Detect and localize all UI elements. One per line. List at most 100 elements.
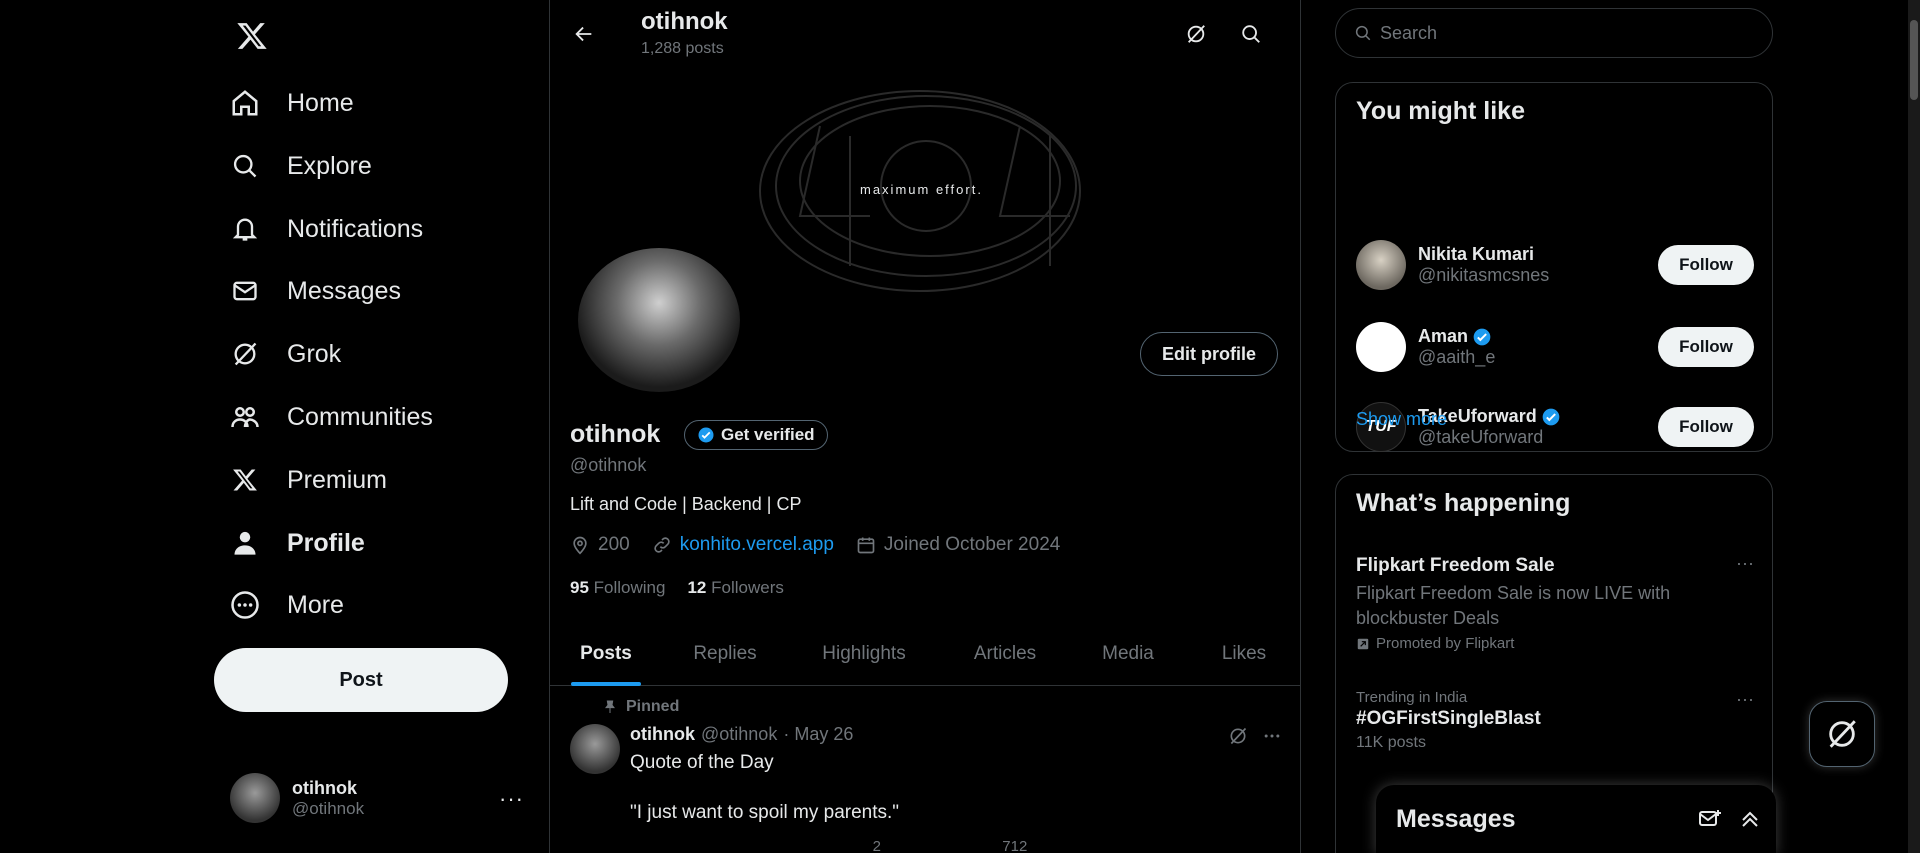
follow-button[interactable]: Follow: [1658, 407, 1754, 447]
promoted-icon: [1356, 637, 1370, 651]
post-author-name[interactable]: otihnok: [630, 724, 695, 745]
trend-item[interactable]: Flipkart Freedom Sale Flipkart Freedom S…: [1336, 553, 1774, 652]
calendar-icon: [856, 535, 876, 555]
account-switcher[interactable]: otihnok @otihnok ···: [212, 760, 542, 836]
grok-icon: [1825, 717, 1859, 751]
avatar: [1356, 322, 1406, 372]
verified-badge-icon: [1472, 327, 1492, 347]
nav-label: Home: [287, 88, 354, 117]
account-handle: @otihnok: [292, 798, 365, 818]
post-tools: [1228, 726, 1282, 746]
chevron-up-icon[interactable]: [1738, 807, 1762, 831]
profile-tabs: Posts Replies Highlights Articles Media …: [550, 622, 1300, 686]
account-name: otihnok: [292, 777, 357, 798]
follow-stats: 95 Following 12 Followers: [570, 578, 784, 598]
follow-button[interactable]: Follow: [1658, 245, 1754, 285]
follow-button[interactable]: Follow: [1658, 327, 1754, 367]
messages-drawer-title: Messages: [1396, 805, 1516, 833]
trend-description: Flipkart Freedom Sale is now LIVE with b…: [1356, 583, 1671, 628]
nav-profile[interactable]: Profile: [212, 512, 542, 574]
following-count: 95: [570, 578, 589, 597]
scrollbar[interactable]: [1908, 0, 1920, 853]
pin-icon: [602, 699, 618, 715]
profile-link[interactable]: konhito.vercel.app: [680, 534, 834, 556]
profile-meta: 200 konhito.vercel.app Joined October 20…: [570, 534, 1074, 556]
post-date[interactable]: · May 26: [783, 724, 853, 745]
nav-notifications[interactable]: Notifications: [212, 198, 542, 260]
views-action[interactable]: 712: [1002, 838, 1027, 853]
profile-handle: @otihnok: [570, 455, 647, 475]
following-link[interactable]: 95 Following: [570, 578, 665, 598]
tab-posts[interactable]: Posts: [550, 622, 662, 686]
tab-articles[interactable]: Articles: [940, 622, 1070, 686]
profile-bio: Lift and Code | Backend | CP: [570, 494, 802, 514]
tab-replies[interactable]: Replies: [662, 622, 788, 686]
nav-explore[interactable]: Explore: [212, 135, 542, 197]
more-icon[interactable]: ···: [1736, 553, 1754, 574]
nav-home[interactable]: Home: [212, 72, 542, 134]
more-icon[interactable]: ···: [1736, 689, 1754, 710]
followers-link[interactable]: 12 Followers: [687, 578, 783, 598]
tab-highlights[interactable]: Highlights: [788, 622, 940, 686]
page-title: otihnok: [641, 8, 728, 35]
nav-grok[interactable]: Grok: [212, 323, 542, 385]
more-circle-icon: [230, 590, 260, 620]
post-header: otihnok @otihnok · May 26: [630, 724, 853, 745]
nav-premium[interactable]: Premium: [212, 449, 542, 511]
grok-floating-button[interactable]: [1809, 701, 1875, 767]
trend-title: Flipkart Freedom Sale: [1356, 555, 1555, 576]
avatar: [1356, 240, 1406, 290]
profile-avatar[interactable]: [574, 244, 744, 396]
show-more-link[interactable]: Show more: [1356, 409, 1447, 430]
new-message-icon[interactable]: [1698, 807, 1722, 831]
grok-icon[interactable]: [1228, 726, 1248, 746]
joined-date: Joined October 2024: [883, 534, 1061, 555]
verified-badge-icon: [697, 426, 715, 444]
more-icon[interactable]: [1262, 726, 1282, 746]
grok-icon[interactable]: [1176, 14, 1216, 54]
edit-profile-button[interactable]: Edit profile: [1140, 332, 1278, 376]
trend-context: Trending in India: [1356, 689, 1468, 706]
home-icon: [230, 88, 260, 118]
suggestion-handle: @takeUforward: [1418, 427, 1544, 447]
nav-label: Communities: [287, 402, 433, 431]
nav-label: Messages: [287, 276, 401, 305]
back-arrow-icon[interactable]: [564, 14, 604, 54]
right-sidebar: Search You might like Nikita Kumari @nik…: [1335, 0, 1775, 853]
profile-header: otihnok 1,288 posts: [550, 0, 1300, 64]
get-verified-button[interactable]: Get verified: [684, 420, 828, 450]
post-author-handle[interactable]: @otihnok: [701, 724, 777, 745]
messages-drawer[interactable]: Messages: [1376, 785, 1776, 853]
nav-label: Explore: [287, 151, 372, 180]
search-icon[interactable]: [1231, 14, 1271, 54]
x-logo-icon[interactable]: [222, 8, 282, 64]
scrollbar-thumb[interactable]: [1910, 20, 1918, 100]
pinned-label: Pinned: [602, 698, 679, 716]
nav-label: Notifications: [287, 214, 424, 243]
who-to-follow-title: You might like: [1356, 97, 1525, 125]
whats-happening-title: What’s happening: [1356, 489, 1571, 517]
profile-column: otihnok 1,288 posts maximum effort. Edit…: [549, 0, 1301, 853]
suggestion-handle: @aaith_e: [1418, 347, 1496, 367]
pinned-post[interactable]: Pinned otihnok @otihnok · May 26 Quote o…: [550, 690, 1300, 853]
nav-more[interactable]: More: [212, 574, 542, 636]
search-icon: [1354, 24, 1372, 42]
suggestion-name: Nikita Kumari: [1418, 244, 1535, 264]
avatar[interactable]: [570, 724, 620, 774]
trend-item[interactable]: Trending in India #OGFirstSingleBlast 11…: [1336, 689, 1774, 752]
nav-communities[interactable]: Communities: [212, 386, 542, 448]
nav-label: Grok: [287, 339, 342, 368]
more-icon: ···: [499, 786, 524, 811]
suggestion-row[interactable]: Aman @aaith_e Follow: [1336, 307, 1774, 387]
people-icon: [230, 402, 260, 432]
location-icon: [570, 535, 590, 555]
who-to-follow-card: You might like Nikita Kumari @nikitasmcs…: [1335, 82, 1773, 452]
search-input[interactable]: Search: [1335, 8, 1773, 58]
nav-messages[interactable]: Messages: [212, 260, 542, 322]
search-placeholder: Search: [1380, 22, 1438, 43]
suggestion-row[interactable]: Nikita Kumari @nikitasmcsnes Follow: [1336, 225, 1774, 305]
tab-likes[interactable]: Likes: [1186, 622, 1300, 686]
like-action[interactable]: 2: [873, 838, 881, 853]
post-button[interactable]: Post: [214, 648, 508, 712]
tab-media[interactable]: Media: [1070, 622, 1186, 686]
